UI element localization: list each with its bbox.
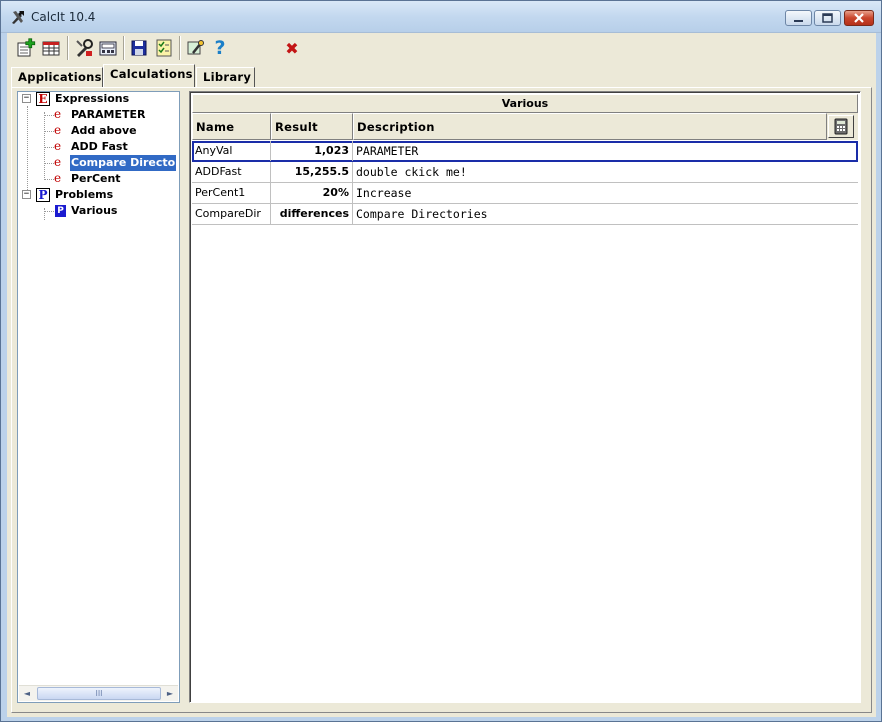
table-row[interactable]: AnyVal 1,023 PARAMETER (192, 141, 858, 162)
expression-icon: e (54, 171, 62, 185)
expression-icon: e (54, 155, 62, 169)
red-x-icon: ✖ (285, 38, 299, 58)
wrench-icon (187, 40, 204, 55)
scroll-left-arrow-icon[interactable]: ◄ (19, 686, 35, 702)
cell-name[interactable]: ADDFast (192, 162, 271, 182)
calculator-display-icon (99, 41, 117, 56)
cell-description[interactable]: Increase (353, 183, 858, 203)
calculations-panel: − E Expressions e PARAMETER e Add above … (11, 87, 872, 713)
maximize-icon (822, 13, 833, 23)
tab-calculations[interactable]: Calculations (103, 64, 195, 87)
cell-result[interactable]: differences (271, 204, 353, 224)
tree-item-label-selected: Compare Directo (70, 155, 177, 171)
question-icon: ? (214, 37, 226, 59)
toolbar: ? ✖ (7, 33, 876, 63)
cell-name[interactable]: CompareDir (192, 204, 271, 224)
toolbar-separator (123, 36, 125, 60)
tree-connector (44, 115, 54, 116)
client-area: ? ✖ Applications Calculations Library − … (7, 33, 876, 717)
tree-group-label: Problems (55, 188, 114, 201)
help-button[interactable]: ? (209, 37, 231, 59)
tree-horizontal-scrollbar[interactable]: ◄ III ► (19, 685, 178, 701)
problem-icon: P (55, 205, 66, 217)
close-window-button[interactable] (844, 10, 874, 26)
tab-applications[interactable]: Applications (11, 67, 103, 87)
tree-group-expressions[interactable]: − E Expressions (21, 91, 171, 107)
scroll-right-arrow-icon[interactable]: ► (162, 686, 178, 702)
app-window: CalcIt 10.4 ? ✖ Applications Calculation… (0, 0, 882, 722)
expression-icon: e (54, 139, 62, 153)
window-title: CalcIt 10.4 (31, 10, 96, 24)
toolbar-separator (179, 36, 181, 60)
tree-connector (44, 211, 54, 212)
collapse-toggle[interactable]: − (22, 94, 31, 103)
tree-item-label: Various (71, 204, 118, 217)
close-icon (854, 13, 864, 23)
cell-name[interactable]: AnyVal (192, 141, 271, 161)
checklist-icon (156, 39, 172, 57)
column-header-result[interactable]: Result (271, 113, 353, 140)
tree-item-label: ADD Fast (71, 140, 128, 153)
tree-item-label: Add above (71, 124, 137, 137)
tree-group-problems[interactable]: − P Problems (21, 187, 171, 203)
tree-item-compare-directories[interactable]: e Compare Directo (54, 155, 178, 171)
tab-strip: Applications Calculations Library (7, 63, 876, 87)
tree-group-label: Expressions (55, 92, 130, 105)
cell-result[interactable]: 20% (271, 183, 353, 203)
tree-connector (44, 163, 54, 164)
table-row[interactable]: ADDFast 15,255.5 double ckick me! (192, 162, 858, 183)
column-header-name[interactable]: Name (192, 113, 271, 140)
toolbar-separator (67, 36, 69, 60)
minimize-button[interactable] (785, 10, 812, 26)
pane-splitter[interactable] (183, 91, 187, 703)
tree-item-label: PerCent (71, 172, 121, 185)
maximize-button[interactable] (814, 10, 841, 26)
calculator-icon (834, 118, 848, 135)
problem-group-icon: P (36, 188, 50, 202)
cell-name[interactable]: PerCent1 (192, 183, 271, 203)
checklist-button[interactable] (153, 37, 175, 59)
cell-result[interactable]: 15,255.5 (271, 162, 353, 182)
expression-icon: e (54, 123, 62, 137)
tools-button[interactable] (73, 37, 95, 59)
tree-connector (27, 106, 28, 196)
app-logo-icon (12, 11, 24, 24)
calculator-display-button[interactable] (97, 37, 119, 59)
tree-connector (44, 147, 54, 148)
new-calculation-button[interactable] (15, 37, 37, 59)
tools-icon (76, 39, 93, 57)
table-icon (42, 41, 60, 56)
collapse-toggle[interactable]: − (22, 190, 31, 199)
plus-sheet-icon (17, 38, 36, 57)
column-header-description[interactable]: Description (353, 113, 827, 140)
tree-item-label: PARAMETER (71, 108, 146, 121)
cell-description[interactable]: double ckick me! (353, 162, 858, 182)
cell-description[interactable]: PARAMETER (353, 141, 858, 161)
tab-library[interactable]: Library (196, 67, 255, 87)
calculation-tree[interactable]: − E Expressions e PARAMETER e Add above … (17, 91, 180, 703)
tree-connector (44, 131, 54, 132)
cell-result[interactable]: 1,023 (271, 141, 353, 161)
cell-description[interactable]: Compare Directories (353, 204, 858, 224)
options-button[interactable] (185, 37, 207, 59)
scroll-thumb[interactable]: III (37, 687, 161, 700)
delete-button[interactable]: ✖ (281, 37, 303, 59)
expression-icon: e (54, 107, 62, 121)
save-button[interactable] (128, 37, 150, 59)
table-row[interactable]: PerCent1 20% Increase (192, 183, 858, 204)
table-button[interactable] (40, 37, 62, 59)
results-grid: Various Name Result Description AnyVal 1… (189, 91, 861, 703)
floppy-disk-icon (131, 40, 147, 56)
calculate-button[interactable] (828, 115, 854, 138)
table-row[interactable]: CompareDir differences Compare Directori… (192, 204, 858, 225)
title-bar[interactable]: CalcIt 10.4 (1, 1, 881, 33)
grid-caption: Various (192, 94, 858, 113)
tree-connector (44, 179, 54, 180)
grid-header: Name Result Description (192, 113, 858, 140)
tree-connector (44, 112, 45, 180)
expression-group-icon: E (36, 92, 50, 106)
minimize-icon (794, 20, 803, 22)
tree-connector (44, 208, 45, 220)
